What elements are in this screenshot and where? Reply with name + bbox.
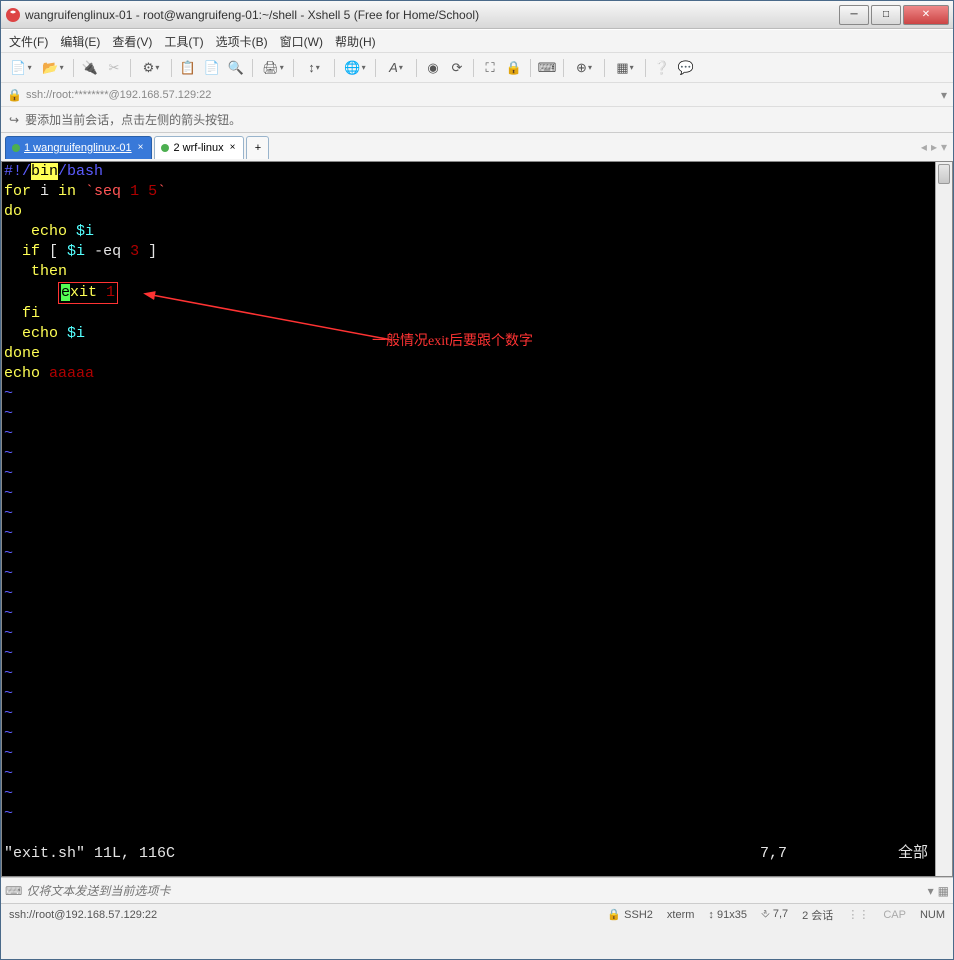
tab-1[interactable]: 1 wangruifenglinux-01 ×	[5, 136, 152, 159]
app-icon	[5, 7, 21, 23]
toolbar-sep	[530, 59, 531, 77]
address-text[interactable]: ssh://root:********@192.168.57.129:22	[26, 89, 937, 101]
status-grip-icon: ⋮⋮	[847, 908, 869, 921]
annotation-text: 一般情况exit后要跟个数字	[372, 332, 533, 352]
add-button[interactable]: ⊕▾	[570, 58, 598, 78]
tab-next-icon[interactable]: ▸	[929, 140, 939, 154]
menu-help[interactable]: 帮助(H)	[335, 33, 376, 50]
toolbar-sep	[73, 59, 74, 77]
print-button[interactable]: 🖨▾	[259, 58, 287, 78]
address-bar: 🔒 ssh://root:********@192.168.57.129:22 …	[1, 83, 953, 107]
toolbar-sep	[473, 59, 474, 77]
open-button[interactable]: 📂▾	[39, 58, 67, 78]
help-button[interactable]: ❔	[652, 58, 672, 78]
properties-button[interactable]: ⚙▾	[137, 58, 165, 78]
tip-arrow-icon[interactable]: ↪	[9, 113, 19, 127]
compose-bar: ⌨ ▾ ▦	[1, 877, 953, 903]
toolbar-sep	[604, 59, 605, 77]
terminal-scrollbar[interactable]	[935, 162, 952, 876]
find-button[interactable]: 🔍	[226, 58, 246, 78]
menu-tools[interactable]: 工具(T)	[164, 33, 203, 50]
toolbar: 📄▾ 📂▾ 🔌 ✂ ⚙▾ 📋 📄 🔍 🖨▾ ↕▾ 🌐▾ A▾ ◉ ⟳ ⛶ 🔒 ⌨…	[1, 53, 953, 83]
transfer-button[interactable]: ↕▾	[300, 58, 328, 78]
vim-status-line: "exit.sh" 11L, 116C 7,7 全部	[4, 844, 950, 864]
title-bar: wangruifenglinux-01 - root@wangruifeng-0…	[1, 1, 953, 29]
chat-button[interactable]: 💬	[676, 58, 696, 78]
menu-window[interactable]: 窗口(W)	[280, 33, 323, 50]
toolbar-sep	[334, 59, 335, 77]
compose-tile-button[interactable]: ▦	[938, 884, 949, 898]
tab-close-icon[interactable]: ×	[228, 142, 238, 153]
menu-edit[interactable]: 编辑(E)	[60, 33, 100, 50]
encoding-button[interactable]: 🌐▾	[341, 58, 369, 78]
toolbar-sep	[171, 59, 172, 77]
copy-button[interactable]: 📋	[178, 58, 198, 78]
compose-input[interactable]	[26, 884, 923, 898]
menu-view[interactable]: 查看(V)	[112, 33, 152, 50]
tab-label: 2 wrf-linux	[173, 142, 223, 154]
status-dot-icon	[161, 144, 169, 152]
toolbar-sep	[252, 59, 253, 77]
keyboard-button[interactable]: ⌨	[537, 58, 557, 78]
toolbar-sep	[130, 59, 131, 77]
close-button[interactable]: ✕	[903, 5, 949, 25]
terminal[interactable]: #!/bin/bash for i in `seq 1 5` do echo $…	[1, 161, 953, 877]
lock-button[interactable]: 🔒	[504, 58, 524, 78]
lock-icon: 🔒	[7, 88, 22, 102]
new-session-button[interactable]: 📄▾	[7, 58, 35, 78]
exit-highlight: exit 1	[58, 282, 118, 304]
layout-button[interactable]: ▦▾	[611, 58, 639, 78]
window-title: wangruifenglinux-01 - root@wangruifeng-0…	[25, 8, 837, 22]
menu-tabs[interactable]: 选项卡(B)	[216, 33, 268, 50]
minimize-button[interactable]: ─	[839, 5, 869, 25]
tool1-button[interactable]: ◉	[423, 58, 443, 78]
tab-label: 1 wangruifenglinux-01	[24, 142, 132, 154]
tab-add-button[interactable]: +	[246, 136, 269, 159]
status-term: xterm	[667, 909, 695, 921]
paste-button[interactable]: 📄	[202, 58, 222, 78]
status-pos: ⎀ 7,7	[761, 908, 788, 921]
tab-2[interactable]: 2 wrf-linux ×	[154, 136, 244, 159]
status-num: NUM	[920, 909, 945, 921]
status-connection: ssh://root@192.168.57.129:22	[9, 909, 593, 921]
toolbar-sep	[645, 59, 646, 77]
disconnect-button[interactable]: ✂	[104, 58, 124, 78]
fullscreen-button[interactable]: ⛶	[480, 58, 500, 78]
status-dot-icon	[12, 144, 20, 152]
status-size: ↕ 91x35	[708, 909, 747, 921]
toolbar-sep	[416, 59, 417, 77]
status-bar: ssh://root@192.168.57.129:22 🔒 SSH2 xter…	[1, 903, 953, 925]
toolbar-sep	[375, 59, 376, 77]
status-ssh: 🔒 SSH2	[607, 908, 653, 921]
tab-bar: 1 wangruifenglinux-01 × 2 wrf-linux × + …	[1, 133, 953, 161]
tab-prev-icon[interactable]: ◂	[919, 140, 929, 154]
font-button[interactable]: A▾	[382, 58, 410, 78]
tab-list-icon[interactable]: ▾	[939, 140, 949, 154]
menu-bar: 文件(F) 编辑(E) 查看(V) 工具(T) 选项卡(B) 窗口(W) 帮助(…	[1, 29, 953, 53]
compose-icon: ⌨	[5, 884, 22, 898]
address-dropdown[interactable]: ▾	[941, 88, 947, 102]
reconnect-button[interactable]: 🔌	[80, 58, 100, 78]
status-sessions: 2 会话	[802, 907, 833, 923]
menu-file[interactable]: 文件(F)	[9, 33, 48, 50]
tip-text: 要添加当前会话，点击左侧的箭头按钮。	[25, 111, 241, 128]
tab-close-icon[interactable]: ×	[136, 142, 146, 153]
maximize-button[interactable]: □	[871, 5, 901, 25]
toolbar-sep	[293, 59, 294, 77]
tip-bar: ↪ 要添加当前会话，点击左侧的箭头按钮。	[1, 107, 953, 133]
toolbar-sep	[563, 59, 564, 77]
status-cap: CAP	[883, 909, 906, 921]
compose-dropdown[interactable]: ▾	[928, 884, 934, 898]
tool2-button[interactable]: ⟳	[447, 58, 467, 78]
